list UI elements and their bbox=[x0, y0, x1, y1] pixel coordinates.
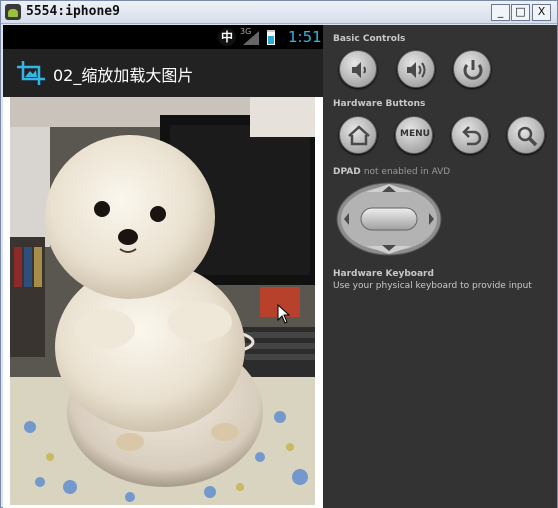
mouse-cursor-icon bbox=[277, 304, 291, 324]
ime-indicator-icon: 中 bbox=[218, 28, 236, 46]
close-button[interactable]: X bbox=[532, 4, 551, 21]
dpad-label: DPAD not enabled in AVD bbox=[333, 167, 450, 177]
dpad-note: not enabled in AVD bbox=[363, 167, 451, 177]
image-view bbox=[10, 97, 315, 505]
menu-button[interactable]: MENU bbox=[395, 116, 433, 154]
back-button[interactable] bbox=[451, 116, 489, 154]
emulator-window: 5554:iphone9 _ □ X 中 3G 1:51 02_缩放加载大图片 bbox=[0, 0, 558, 508]
volume-up-icon bbox=[407, 62, 426, 78]
power-button[interactable] bbox=[453, 50, 491, 88]
maximize-button[interactable]: □ bbox=[511, 4, 530, 21]
search-icon bbox=[517, 126, 538, 147]
hardware-keyboard-info: Hardware Keyboard Use your physical keyb… bbox=[333, 268, 532, 292]
battery-icon bbox=[267, 30, 275, 45]
signal-icon bbox=[243, 31, 259, 45]
status-time: 1:51 bbox=[288, 28, 322, 46]
device-screen[interactable]: 中 3G 1:51 02_缩放加载大图片 bbox=[3, 25, 323, 508]
volume-down-button[interactable] bbox=[339, 50, 377, 88]
status-bar: 中 3G 1:51 bbox=[3, 25, 323, 49]
android-app-icon bbox=[5, 4, 21, 20]
dpad-label-text: DPAD bbox=[333, 167, 361, 177]
hardware-keyboard-hint: Use your physical keyboard to provide in… bbox=[333, 281, 532, 291]
back-arrow-icon bbox=[462, 126, 482, 146]
volume-up-button[interactable] bbox=[397, 50, 435, 88]
minimize-button[interactable]: _ bbox=[491, 4, 510, 21]
crop-icon[interactable] bbox=[17, 61, 45, 85]
action-bar: 02_缩放加载大图片 bbox=[3, 49, 323, 97]
volume-down-icon bbox=[352, 62, 366, 78]
basic-controls-label: Basic Controls bbox=[333, 34, 406, 44]
home-button[interactable] bbox=[339, 116, 377, 154]
search-button[interactable] bbox=[507, 116, 545, 154]
emulator-client: 中 3G 1:51 02_缩放加载大图片 Basic Controls Hard… bbox=[3, 25, 557, 508]
dpad-control[interactable] bbox=[336, 182, 442, 256]
activity-title: 02_缩放加载大图片 bbox=[53, 66, 194, 85]
window-title: 5554:iphone9 bbox=[26, 4, 120, 19]
hardware-buttons-label: Hardware Buttons bbox=[333, 99, 426, 109]
hardware-keyboard-title: Hardware Keyboard bbox=[333, 269, 434, 279]
controls-panel: Basic Controls Hardware Buttons MENU DPA… bbox=[323, 25, 557, 508]
menu-button-label: MENU bbox=[400, 129, 430, 139]
puppy-photo bbox=[10, 97, 315, 505]
power-icon bbox=[463, 60, 483, 80]
title-bar[interactable]: 5554:iphone9 _ □ X bbox=[1, 1, 557, 24]
home-icon bbox=[348, 125, 370, 146]
